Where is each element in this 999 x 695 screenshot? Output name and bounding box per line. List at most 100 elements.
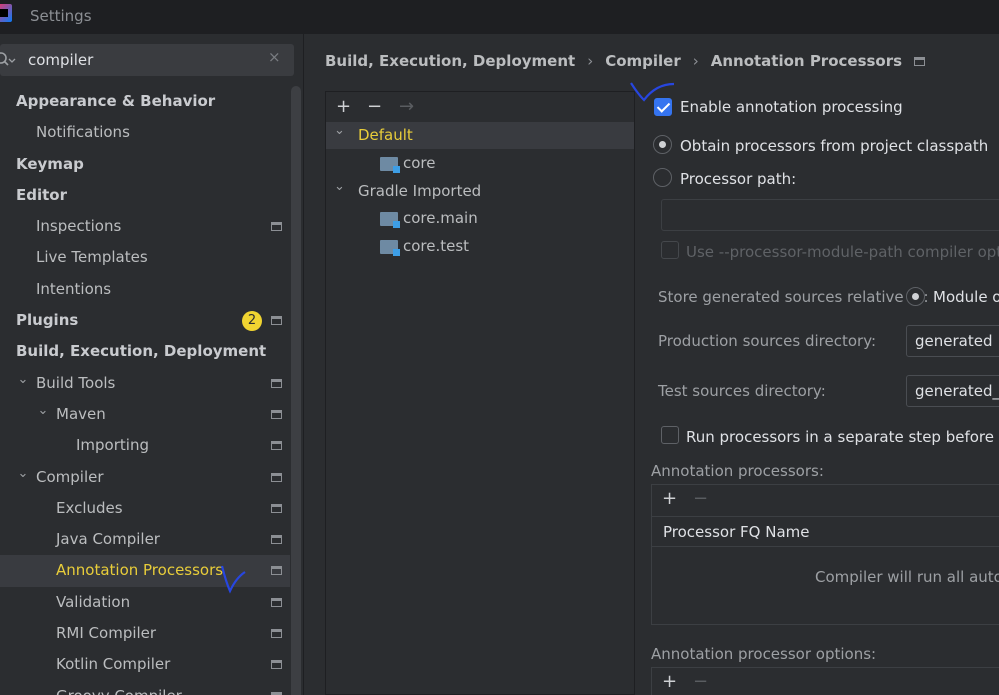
module-content-root-radio[interactable] xyxy=(906,287,925,306)
sidebar-item[interactable]: ⌄ Maven xyxy=(0,399,290,430)
profile-row-label: Gradle Imported xyxy=(358,182,482,200)
chevron-down-icon[interactable]: ⌄ xyxy=(0,86,4,110)
project-settings-icon xyxy=(271,597,282,607)
module-row[interactable]: core.test xyxy=(326,233,634,260)
module-option-label[interactable]: Module o xyxy=(933,288,999,306)
processor-options-label: Annotation processor options: xyxy=(651,645,877,663)
settings-tree: ⌄ Appearance & Behavior Notifications Keyma… xyxy=(0,86,290,695)
chevron-down-icon[interactable]: ⌄ xyxy=(0,180,4,204)
sidebar-item[interactable]: Live Templates xyxy=(0,242,290,273)
profile-row[interactable]: ⌄ Gradle Imported xyxy=(326,178,634,205)
project-settings-icon xyxy=(914,57,926,66)
enable-processing-label[interactable]: Enable annotation processing xyxy=(680,98,903,116)
use-module-path-checkbox[interactable] xyxy=(661,241,679,259)
processor-path-label[interactable]: Processor path: xyxy=(680,170,796,188)
project-settings-icon xyxy=(271,222,282,232)
obtain-classpath-radio[interactable] xyxy=(653,135,672,154)
sidebar-item-label: Java Compiler xyxy=(56,530,160,549)
breadcrumb-item[interactable]: Compiler xyxy=(605,52,681,70)
breadcrumb-separator: › xyxy=(587,52,594,70)
project-settings-icon xyxy=(271,691,282,695)
sidebar-item-label: Appearance & Behavior xyxy=(16,92,216,110)
chevron-down-icon[interactable]: ⌄ xyxy=(334,178,345,196)
move-module-button[interactable]: → xyxy=(399,96,414,117)
sidebar-item[interactable]: Groovy Compiler xyxy=(0,681,290,695)
sidebar-item-label: Keymap xyxy=(16,154,84,173)
remove-profile-button[interactable]: − xyxy=(367,96,382,117)
sidebar-item-label: Live Templates xyxy=(36,248,148,267)
sidebar-item[interactable]: Notifications xyxy=(0,117,290,148)
sidebar-item[interactable]: Excludes xyxy=(0,493,290,524)
search-icon xyxy=(0,52,16,66)
annotation-processors-table: + − Processor FQ Name Compiler will run … xyxy=(651,484,999,625)
module-row[interactable]: core.main xyxy=(326,205,634,232)
sidebar-item[interactable]: Keymap xyxy=(0,149,290,180)
sidebar-item-label: Kotlin Compiler xyxy=(56,655,171,674)
sidebar-item[interactable]: ⌄ Appearance & Behavior xyxy=(0,86,290,117)
add-profile-button[interactable]: + xyxy=(336,96,351,117)
sidebar-item-label: Plugins xyxy=(16,311,79,330)
chevron-down-icon[interactable]: ⌄ xyxy=(36,399,50,423)
sidebar-item[interactable]: ⌄ Compiler xyxy=(0,462,290,493)
production-dir-label: Production sources directory: xyxy=(658,332,877,350)
add-option-button[interactable]: + xyxy=(662,671,677,692)
hand-drawn-check-icon xyxy=(630,82,675,102)
project-settings-icon xyxy=(271,503,282,513)
chevron-down-icon[interactable]: ⌄ xyxy=(0,336,4,360)
test-dir-label: Test sources directory: xyxy=(658,382,826,400)
annotation-processors-label: Annotation processors: xyxy=(651,462,824,480)
project-settings-icon xyxy=(271,378,282,388)
search-input[interactable] xyxy=(28,49,258,71)
processor-path-field[interactable] xyxy=(661,199,999,231)
sidebar-item[interactable]: Kotlin Compiler xyxy=(0,649,290,680)
sidebar-item[interactable]: RMI Compiler xyxy=(0,618,290,649)
profile-row[interactable]: ⌄ Default xyxy=(326,122,634,149)
project-settings-icon xyxy=(271,566,282,576)
sidebar-item-label: Excludes xyxy=(56,498,123,517)
fq-name-column-header[interactable]: Processor FQ Name xyxy=(652,516,999,547)
sidebar-item-label: Validation xyxy=(56,592,131,611)
remove-option-button[interactable]: − xyxy=(693,671,708,692)
breadcrumb: Build, Execution, Deployment › Compiler › An… xyxy=(325,52,926,70)
remove-processor-button[interactable]: − xyxy=(693,488,708,509)
sidebar-item[interactable]: ⌄ Build Tools xyxy=(0,368,290,399)
sidebar-item-label: Maven xyxy=(56,404,106,423)
sidebar-scrollbar[interactable] xyxy=(291,86,301,695)
breadcrumb-item[interactable]: Build, Execution, Deployment xyxy=(325,52,575,70)
sidebar-item[interactable]: ⌄ Build, Execution, Deployment xyxy=(0,336,290,367)
production-dir-field[interactable]: generated xyxy=(906,325,999,357)
project-settings-icon xyxy=(271,629,282,639)
sidebar-item[interactable]: Intentions xyxy=(0,274,290,305)
update-count-badge: 2 xyxy=(242,311,262,332)
sidebar-item-label: Annotation Processors xyxy=(56,561,224,580)
search-box[interactable]: × xyxy=(0,44,294,76)
module-row[interactable]: core xyxy=(326,150,634,177)
sidebar-item-label: Notifications xyxy=(36,123,130,142)
chevron-down-icon[interactable]: ⌄ xyxy=(16,462,30,486)
use-module-path-label[interactable]: Use --processor-module-path compiler opt… xyxy=(686,243,999,261)
chevron-down-icon[interactable]: ⌄ xyxy=(16,368,30,392)
obtain-classpath-label[interactable]: Obtain processors from project classpath xyxy=(680,137,988,155)
run-separate-step-label[interactable]: Run processors in a separate step before… xyxy=(686,428,999,446)
run-separate-step-checkbox[interactable] xyxy=(661,426,679,444)
profile-row-label: Default xyxy=(358,126,413,144)
sidebar-item[interactable]: Java Compiler xyxy=(0,524,290,555)
processor-path-radio[interactable] xyxy=(653,168,672,187)
chevron-down-icon[interactable]: ⌄ xyxy=(334,122,345,140)
intellij-logo-icon xyxy=(0,4,12,22)
sidebar-item[interactable]: Inspections xyxy=(0,211,290,242)
breadcrumb-separator: › xyxy=(692,52,699,70)
profile-row-label: core.main xyxy=(403,209,478,227)
processor-options: Enable annotation processing Obtain proc… xyxy=(635,91,999,695)
test-dir-field[interactable]: generated_te xyxy=(906,375,999,407)
clear-search-icon[interactable]: × xyxy=(268,48,281,66)
sidebar-item-label: Editor xyxy=(16,185,67,204)
hand-drawn-check-icon xyxy=(220,565,246,594)
sidebar-item[interactable]: Importing xyxy=(0,430,290,461)
project-settings-icon xyxy=(271,472,282,482)
add-processor-button[interactable]: + xyxy=(662,488,677,509)
breadcrumb-current: Annotation Processors xyxy=(710,52,903,70)
sidebar-item[interactable]: ⌄ Editor xyxy=(0,180,290,211)
empty-table-text: Compiler will run all autom xyxy=(815,568,999,586)
sidebar-item[interactable]: Plugins 2 xyxy=(0,305,290,336)
